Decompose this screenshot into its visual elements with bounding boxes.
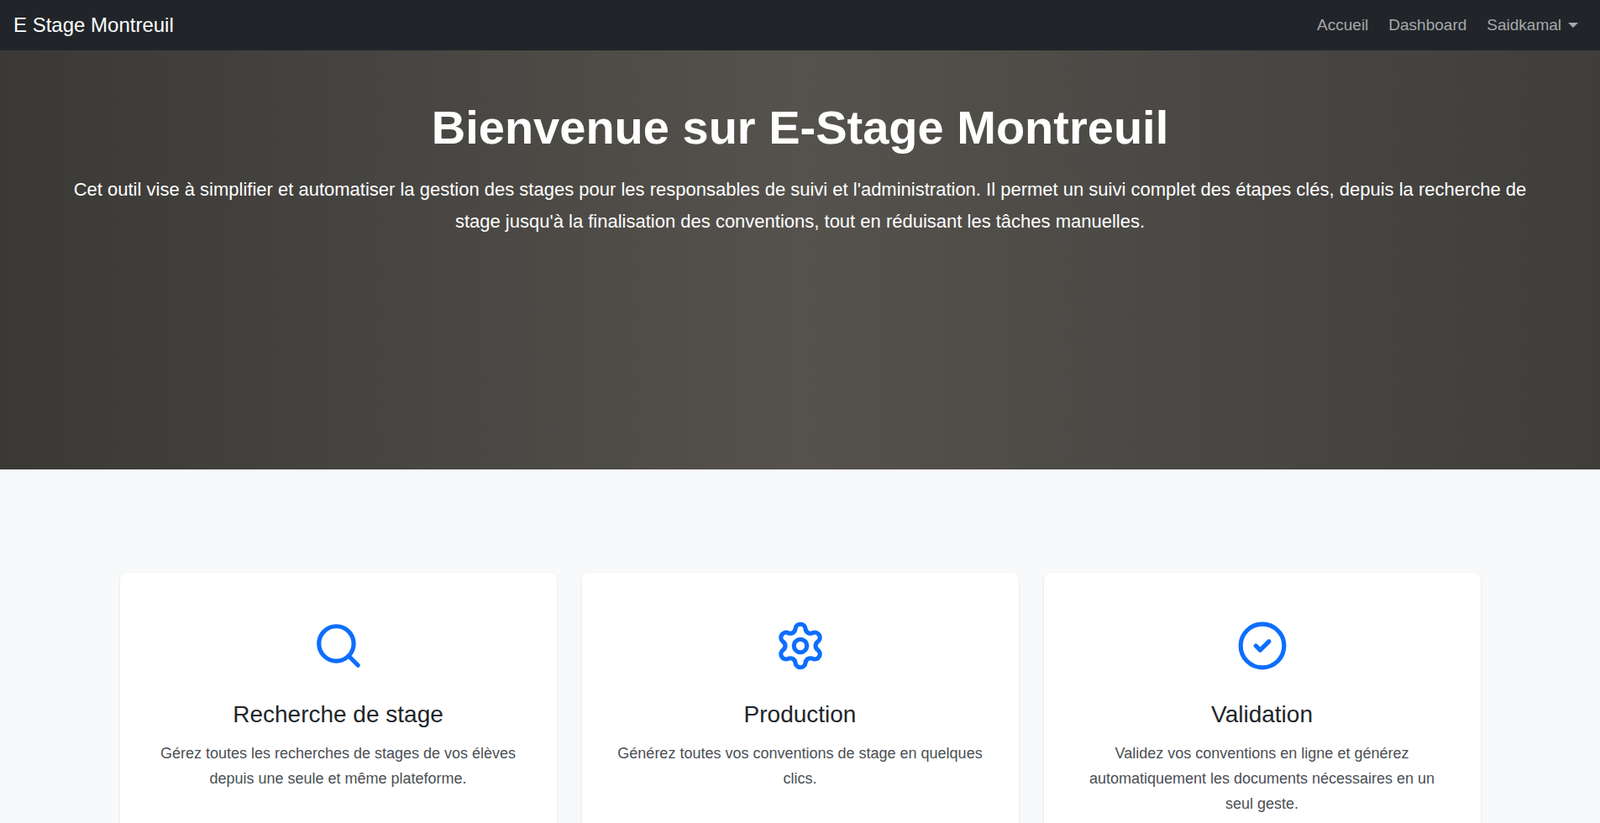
- caret-icon: [1568, 22, 1579, 28]
- features: Recherche de stage Gérez toutes les reche…: [120, 572, 1481, 823]
- hero: Bienvenue sur E-Stage Montreuil Cet outil…: [0, 50, 1600, 470]
- feature-description: Gérez toutes les recherches de stages de…: [153, 740, 524, 792]
- user-menu[interactable]: Saidkamal: [1478, 13, 1587, 38]
- hero-title: Bienvenue sur E-Stage Montreuil: [431, 99, 1170, 156]
- feature-card: Recherche de stage Gérez toutes les reche…: [120, 572, 557, 823]
- search-icon: [312, 619, 365, 672]
- gear-icon: [774, 619, 827, 672]
- nav-links: AccueilDashboardSaidkamal: [1308, 13, 1587, 38]
- feature-card: Validation Validez vos conventions en lig…: [1043, 572, 1481, 823]
- check-circle-icon: [1236, 619, 1289, 672]
- nav-link[interactable]: Accueil: [1308, 13, 1377, 38]
- page: E Stage Montreuil AccueilDashboardSaidkam…: [0, 0, 1600, 823]
- feature-description: Validez vos conventions en ligne et géné…: [1077, 740, 1448, 817]
- brand[interactable]: E Stage Montreuil: [13, 15, 174, 36]
- feature-description: Générez toutes vos conventions de stage …: [615, 740, 986, 792]
- feature-title: Recherche de stage: [232, 697, 444, 733]
- hero-text: Cet outil vise à simplifier et automatis…: [52, 173, 1548, 238]
- feature-title: Production: [744, 697, 857, 733]
- feature-title: Validation: [1211, 697, 1313, 733]
- navbar: E Stage Montreuil AccueilDashboardSaidkam…: [0, 0, 1600, 51]
- feature-card: Production Générez toutes vos conventions…: [582, 572, 1019, 823]
- nav-link[interactable]: Dashboard: [1379, 13, 1475, 38]
